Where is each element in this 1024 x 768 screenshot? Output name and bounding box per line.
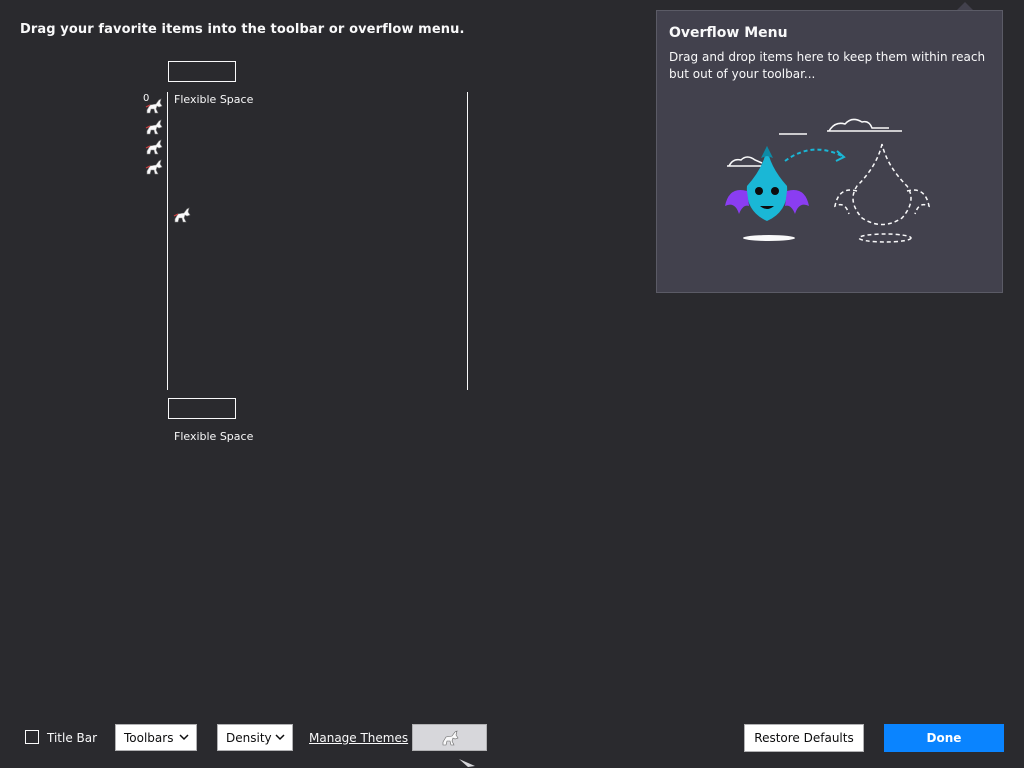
overflow-panel[interactable]: Overflow Menu Drag and drop items here t…	[656, 10, 1003, 293]
unicorn-icon[interactable]	[144, 137, 164, 157]
flexible-space-bottom-label: Flexible Space	[174, 430, 254, 443]
unicorn-icon[interactable]	[144, 96, 164, 116]
customize-instructions: Drag your favorite items into the toolba…	[20, 22, 465, 37]
unicorn-icon[interactable]	[144, 117, 164, 137]
toolbars-dropdown[interactable]: Toolbars	[115, 724, 197, 751]
density-dropdown-label: Density	[226, 730, 272, 745]
palette-right-line	[467, 92, 468, 390]
titlebar-label: Title Bar	[47, 731, 98, 745]
titlebar-checkbox[interactable]	[25, 730, 39, 744]
flexible-space-top-box[interactable]	[168, 61, 236, 82]
mouse-cursor-icon	[459, 759, 475, 767]
unicorn-icon[interactable]	[144, 157, 164, 177]
chevron-down-icon	[275, 734, 285, 741]
manage-themes-link[interactable]: Manage Themes	[309, 731, 408, 745]
restore-defaults-button[interactable]: Restore Defaults	[744, 724, 864, 752]
chevron-down-icon	[179, 734, 189, 741]
theme-preview-button[interactable]	[412, 724, 487, 751]
palette-left-line	[167, 92, 168, 390]
density-dropdown[interactable]: Density	[217, 724, 293, 751]
done-button[interactable]: Done	[884, 724, 1004, 752]
toolbars-dropdown-label: Toolbars	[124, 730, 174, 745]
overflow-description: Drag and drop items here to keep them wi…	[669, 50, 986, 81]
unicorn-icon[interactable]	[172, 205, 192, 225]
dragon-illustration	[725, 118, 931, 243]
flexible-space-bottom-box[interactable]	[168, 398, 236, 419]
overflow-title: Overflow Menu	[669, 25, 788, 41]
unicorn-icon	[442, 729, 458, 745]
flexible-space-top-label: Flexible Space	[174, 93, 254, 106]
